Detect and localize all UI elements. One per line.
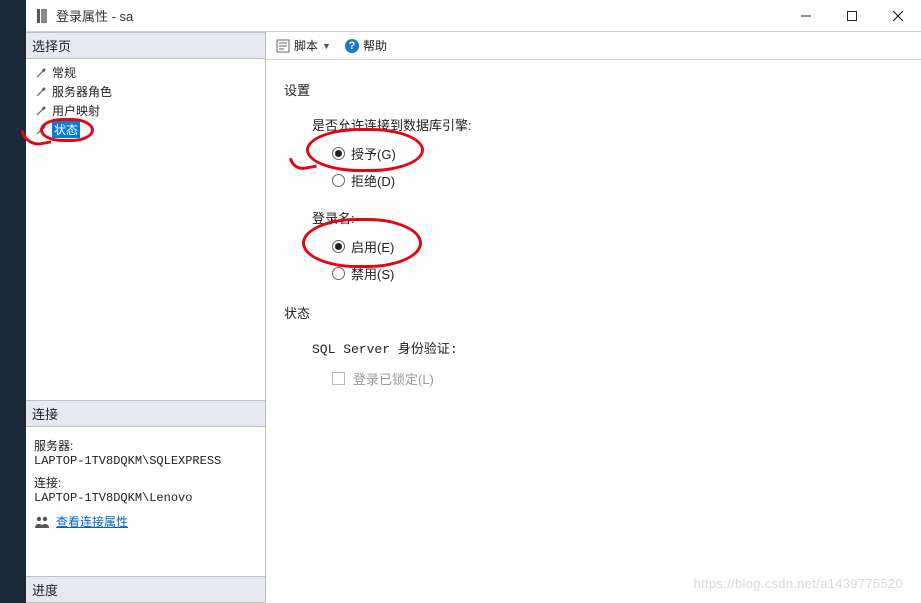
- dialog-window: 登录属性 - sa 选择页 常规 服务器角色: [26, 0, 921, 603]
- view-conn-props-row: 查看连接属性: [34, 513, 259, 530]
- grant-radio[interactable]: [332, 147, 345, 160]
- locked-label: 登录已锁定(L): [353, 369, 434, 388]
- nav-item-general[interactable]: 常规: [32, 63, 261, 82]
- disable-label: 禁用(S): [351, 264, 394, 283]
- main-panel: 脚本 ▼ ? 帮助 设置 是否允许连接到数据库引擎: 授予(G) 拒绝(D): [266, 32, 921, 603]
- nav-label: 用户映射: [52, 102, 100, 119]
- nav-label: 状态: [52, 121, 80, 138]
- disable-radio-row[interactable]: 禁用(S): [332, 264, 903, 283]
- script-label: 脚本: [294, 37, 318, 54]
- enable-radio[interactable]: [332, 240, 345, 253]
- nav-label: 常规: [52, 64, 76, 81]
- allow-connect-label: 是否允许连接到数据库引擎:: [312, 115, 903, 134]
- select-page-header: 选择页: [26, 32, 265, 59]
- disable-radio[interactable]: [332, 267, 345, 280]
- conn-label: 连接:: [34, 474, 259, 491]
- grant-radio-row[interactable]: 授予(G): [332, 144, 903, 163]
- conn-value: LAPTOP-1TV8DQKM\Lenovo: [34, 491, 259, 505]
- help-icon: ?: [345, 39, 359, 53]
- wrench-icon: [34, 123, 48, 137]
- server-label: 服务器:: [34, 437, 259, 454]
- content-area: 选择页 常规 服务器角色 用户映射 状态: [26, 32, 921, 603]
- help-button[interactable]: ? 帮助: [341, 35, 391, 56]
- connection-header: 连接: [26, 400, 265, 427]
- wrench-icon: [34, 104, 48, 118]
- sidebar-gap: [26, 536, 265, 576]
- sql-auth-label: SQL Server 身份验证:: [312, 338, 903, 357]
- login-label: 登录名:: [312, 208, 903, 227]
- server-value: LAPTOP-1TV8DQKM\SQLEXPRESS: [34, 454, 259, 468]
- chevron-down-icon: ▼: [322, 41, 331, 51]
- toolbar: 脚本 ▼ ? 帮助: [266, 32, 921, 60]
- script-icon: [276, 39, 290, 53]
- nav-item-status[interactable]: 状态: [32, 120, 261, 139]
- window-controls: [783, 0, 921, 32]
- nav-item-user-mapping[interactable]: 用户映射: [32, 101, 261, 120]
- enable-label: 启用(E): [351, 237, 394, 256]
- deny-radio-row[interactable]: 拒绝(D): [332, 171, 903, 190]
- deny-radio[interactable]: [332, 174, 345, 187]
- sidebar: 选择页 常规 服务器角色 用户映射 状态: [26, 32, 266, 603]
- locked-checkbox: [332, 372, 345, 385]
- people-icon: [34, 515, 50, 529]
- maximize-button[interactable]: [829, 0, 875, 32]
- close-button[interactable]: [875, 0, 921, 32]
- progress-header: 进度: [26, 576, 265, 603]
- deny-label: 拒绝(D): [351, 171, 395, 190]
- locked-checkbox-row: 登录已锁定(L): [332, 369, 903, 388]
- grant-label: 授予(G): [351, 144, 396, 163]
- window-title: 登录属性 - sa: [56, 6, 133, 25]
- minimize-button[interactable]: [783, 0, 829, 32]
- status-heading: 状态: [284, 303, 903, 322]
- titlebar: 登录属性 - sa: [26, 0, 921, 32]
- nav-label: 服务器角色: [52, 83, 112, 100]
- app-icon: [34, 8, 50, 24]
- view-connection-props-link[interactable]: 查看连接属性: [56, 513, 128, 530]
- connection-panel: 服务器: LAPTOP-1TV8DQKM\SQLEXPRESS 连接: LAPT…: [26, 427, 265, 536]
- nav-item-server-roles[interactable]: 服务器角色: [32, 82, 261, 101]
- help-label: 帮助: [363, 37, 387, 54]
- wrench-icon: [34, 66, 48, 80]
- settings-heading: 设置: [284, 80, 903, 99]
- wrench-icon: [34, 85, 48, 99]
- enable-radio-row[interactable]: 启用(E): [332, 237, 903, 256]
- script-button[interactable]: 脚本 ▼: [272, 35, 335, 56]
- page-nav-list: 常规 服务器角色 用户映射 状态: [26, 59, 265, 143]
- sidebar-spacer: [26, 143, 265, 400]
- main-body: 设置 是否允许连接到数据库引擎: 授予(G) 拒绝(D) 登录名: 启用(E): [266, 60, 921, 408]
